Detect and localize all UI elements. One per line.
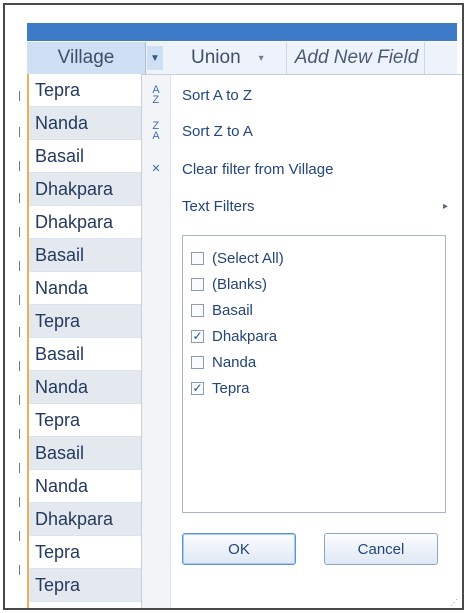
table-row[interactable]: Dhakpara: [29, 206, 147, 239]
margin-tick: [19, 395, 24, 405]
margin-tick: [19, 327, 24, 337]
union-header-label: Union: [191, 47, 241, 68]
submenu-arrow-icon: ▸: [442, 200, 448, 212]
margin-tick: [19, 565, 24, 575]
filter-dropdown-menu: AZ Sort A to Z ZA Sort Z to A ✕ Clear fi…: [141, 74, 462, 608]
margin-tick: [19, 161, 24, 171]
clear-filter-icon: ✕: [151, 163, 161, 175]
table-row[interactable]: Tepra: [29, 305, 147, 338]
checked-checkbox-icon[interactable]: ✓: [191, 381, 204, 395]
table-row[interactable]: Nanda: [29, 371, 147, 404]
table-row[interactable]: Tepra: [29, 536, 147, 569]
margin-tick: [19, 227, 24, 237]
margin-tick: [19, 295, 24, 305]
filter-option-label: Tepra: [212, 379, 250, 397]
filter-options-list: (Select All) (Blanks) Basail ✓ Dhakpara …: [182, 235, 446, 513]
left-margin-ticks: [13, 75, 27, 595]
margin-tick: [19, 463, 24, 473]
window-top-strip: [27, 23, 457, 41]
village-column-header[interactable]: Village: [27, 42, 146, 74]
margin-tick: [19, 531, 24, 541]
filter-option-label: Dhakpara: [212, 327, 278, 345]
table-row[interactable]: Basail: [29, 140, 147, 173]
table-row[interactable]: Dhakpara: [29, 173, 147, 206]
table-row[interactable]: Basail: [29, 437, 147, 470]
filter-option-blanks[interactable]: (Blanks): [191, 272, 267, 296]
clear-filter-item[interactable]: ✕ Clear filter from Village: [142, 153, 462, 185]
margin-tick: [19, 497, 24, 507]
margin-tick: [19, 361, 24, 371]
margin-tick: [19, 127, 24, 137]
margin-tick: [19, 91, 24, 101]
table-row[interactable]: Dhakpara: [29, 503, 147, 536]
checkbox-icon[interactable]: [191, 251, 204, 265]
table-row[interactable]: Nanda: [29, 107, 147, 140]
filter-option-basail[interactable]: Basail: [191, 298, 253, 322]
sort-descending-icon: ZA: [152, 120, 160, 142]
filter-option-select-all[interactable]: (Select All): [191, 246, 284, 270]
filter-option-label: (Select All): [212, 249, 284, 267]
village-column-cells: Tepra Nanda Basail Dhakpara Dhakpara Bas…: [27, 74, 147, 608]
table-row[interactable]: Basail: [29, 239, 147, 272]
filter-option-label: Basail: [212, 301, 253, 319]
text-filters-label: Text Filters: [182, 197, 255, 215]
sort-z-to-a-item[interactable]: ZA Sort Z to A: [142, 115, 462, 147]
table-row[interactable]: Nanda: [29, 470, 147, 503]
filter-option-label: Nanda: [212, 353, 257, 371]
checkbox-icon[interactable]: [191, 355, 204, 369]
checked-checkbox-icon[interactable]: ✓: [191, 329, 204, 343]
resize-grip-icon[interactable]: ⋰: [450, 599, 458, 607]
checkbox-icon[interactable]: [191, 277, 204, 291]
village-header-label: Village: [57, 47, 115, 68]
union-dropdown-icon[interactable]: ▾: [259, 53, 264, 64]
table-row[interactable]: Tepra: [29, 404, 147, 437]
sort-a-to-z-item[interactable]: AZ Sort A to Z: [142, 79, 462, 111]
table-row[interactable]: Tepra: [29, 569, 147, 602]
margin-tick: [19, 429, 24, 439]
ok-button[interactable]: OK: [182, 533, 296, 565]
table-header-row: Village ▼ Union ▾ Add New Field: [27, 42, 457, 74]
union-column-header[interactable]: Union ▾: [167, 42, 287, 74]
filter-option-nanda[interactable]: Nanda: [191, 350, 256, 374]
screenshot-frame: Village ▼ Union ▾ Add New Field Tepra Na…: [3, 3, 464, 610]
cancel-button[interactable]: Cancel: [324, 533, 438, 565]
table-row[interactable]: Nanda: [29, 272, 147, 305]
filter-option-label: (Blanks): [212, 275, 268, 293]
clear-filter-label: Clear filter from Village: [182, 160, 334, 178]
text-filters-item[interactable]: Text Filters ▸: [142, 190, 462, 222]
village-filter-dropdown-icon[interactable]: ▼: [147, 46, 163, 70]
add-new-field-header[interactable]: Add New Field: [289, 42, 425, 74]
checkbox-icon[interactable]: [191, 303, 204, 317]
sort-a-to-z-label: Sort A to Z: [182, 86, 253, 104]
sort-ascending-icon: AZ: [152, 84, 160, 106]
margin-tick: [19, 193, 24, 203]
table-row[interactable]: Basail: [29, 338, 147, 371]
margin-tick: [19, 261, 24, 271]
filter-option-tepra[interactable]: ✓ Tepra: [191, 376, 250, 400]
filter-option-dhakpara[interactable]: ✓ Dhakpara: [191, 324, 277, 348]
add-new-field-label: Add New Field: [294, 47, 419, 68]
sort-z-to-a-label: Sort Z to A: [182, 122, 253, 140]
table-row[interactable]: Tepra: [29, 74, 147, 107]
